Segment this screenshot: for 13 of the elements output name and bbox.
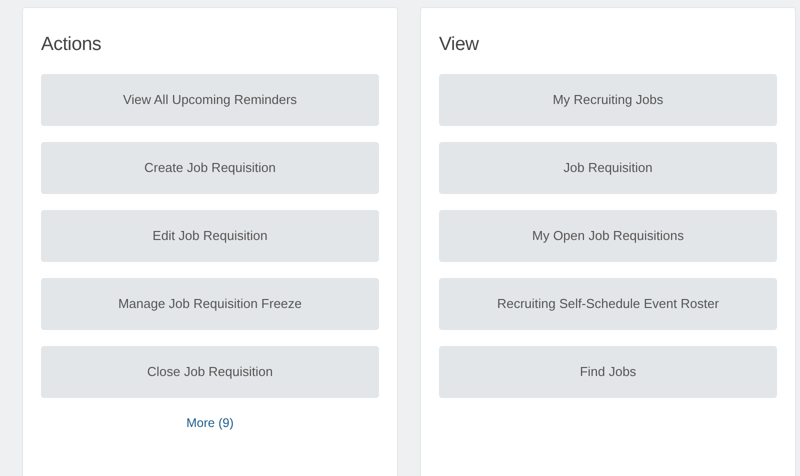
more-link[interactable]: More (9) bbox=[186, 414, 234, 433]
action-button[interactable]: Close Job Requisition bbox=[41, 346, 379, 398]
action-button[interactable]: My Open Job Requisitions bbox=[439, 210, 777, 262]
action-button[interactable]: View All Upcoming Reminders bbox=[41, 74, 379, 126]
action-button[interactable]: Manage Job Requisition Freeze bbox=[41, 278, 379, 330]
panel-title: Actions bbox=[41, 33, 102, 57]
panel-title: View bbox=[439, 33, 480, 57]
action-button[interactable]: Find Jobs bbox=[439, 346, 777, 398]
action-button[interactable]: My Recruiting Jobs bbox=[439, 74, 777, 126]
action-button[interactable]: Create Job Requisition bbox=[41, 142, 379, 194]
action-button[interactable]: Job Requisition bbox=[439, 142, 777, 194]
action-button[interactable]: Recruiting Self-Schedule Event Roster bbox=[439, 278, 777, 330]
action-button[interactable]: Edit Job Requisition bbox=[41, 210, 379, 262]
